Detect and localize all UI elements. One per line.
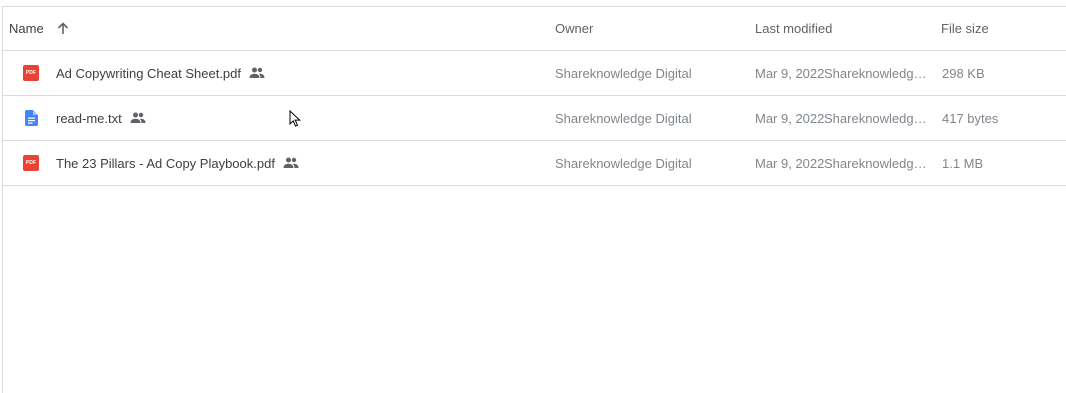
column-header-file-size[interactable]: File size	[941, 7, 989, 50]
column-header-name-label: Name	[9, 21, 44, 36]
modified-date: Mar 9, 2022	[755, 65, 825, 81]
file-size: 1.1 MB	[942, 155, 984, 171]
shared-people-icon	[249, 67, 265, 79]
modified-by: Shareknowledge Digital	[824, 66, 928, 81]
column-header-last-modified[interactable]: Last modified	[755, 7, 832, 50]
shared-people-icon	[283, 157, 299, 169]
pdf-icon: PDF	[23, 155, 39, 171]
owner-cell: Shareknowledge Digital	[555, 65, 692, 81]
shared-people-icon	[130, 112, 146, 124]
file-row[interactable]: read-me.txt Shareknowledge Digital Mar 9…	[3, 96, 1066, 141]
mouse-cursor-icon	[289, 109, 301, 128]
text-document-icon	[23, 110, 39, 126]
column-header-owner-label: Owner	[555, 21, 594, 36]
file-name: read-me.txt	[56, 110, 122, 126]
file-size: 417 bytes	[942, 110, 999, 126]
file-row[interactable]: PDF The 23 Pillars - Ad Copy Playbook.pd…	[3, 141, 1066, 186]
file-name-cell[interactable]: Ad Copywriting Cheat Sheet.pdf	[56, 51, 265, 95]
modified-date: Mar 9, 2022	[755, 110, 825, 126]
file-row[interactable]: PDF Ad Copywriting Cheat Sheet.pdf Share…	[3, 51, 1066, 96]
column-header-owner[interactable]: Owner	[555, 7, 593, 50]
modified-by: Shareknowledge Digital	[824, 156, 928, 171]
column-header-name[interactable]: Name	[9, 7, 70, 50]
modified-date: Mar 9, 2022	[755, 155, 825, 171]
file-list-header: Name Owner Last modified File size	[3, 7, 1066, 51]
file-name-cell[interactable]: read-me.txt	[56, 96, 146, 140]
file-name: Ad Copywriting Cheat Sheet.pdf	[56, 65, 241, 81]
column-header-file-size-label: File size	[941, 21, 989, 36]
file-name-cell[interactable]: The 23 Pillars - Ad Copy Playbook.pdf	[56, 141, 299, 185]
owner-cell: Shareknowledge Digital	[555, 110, 692, 126]
modified-by: Shareknowledge Digital	[824, 111, 928, 126]
owner-cell: Shareknowledge Digital	[555, 155, 692, 171]
file-size: 298 KB	[942, 65, 985, 81]
file-name: The 23 Pillars - Ad Copy Playbook.pdf	[56, 155, 275, 171]
sort-ascending-icon[interactable]	[56, 22, 70, 36]
column-header-last-modified-label: Last modified	[755, 21, 833, 36]
pdf-icon: PDF	[23, 65, 39, 81]
